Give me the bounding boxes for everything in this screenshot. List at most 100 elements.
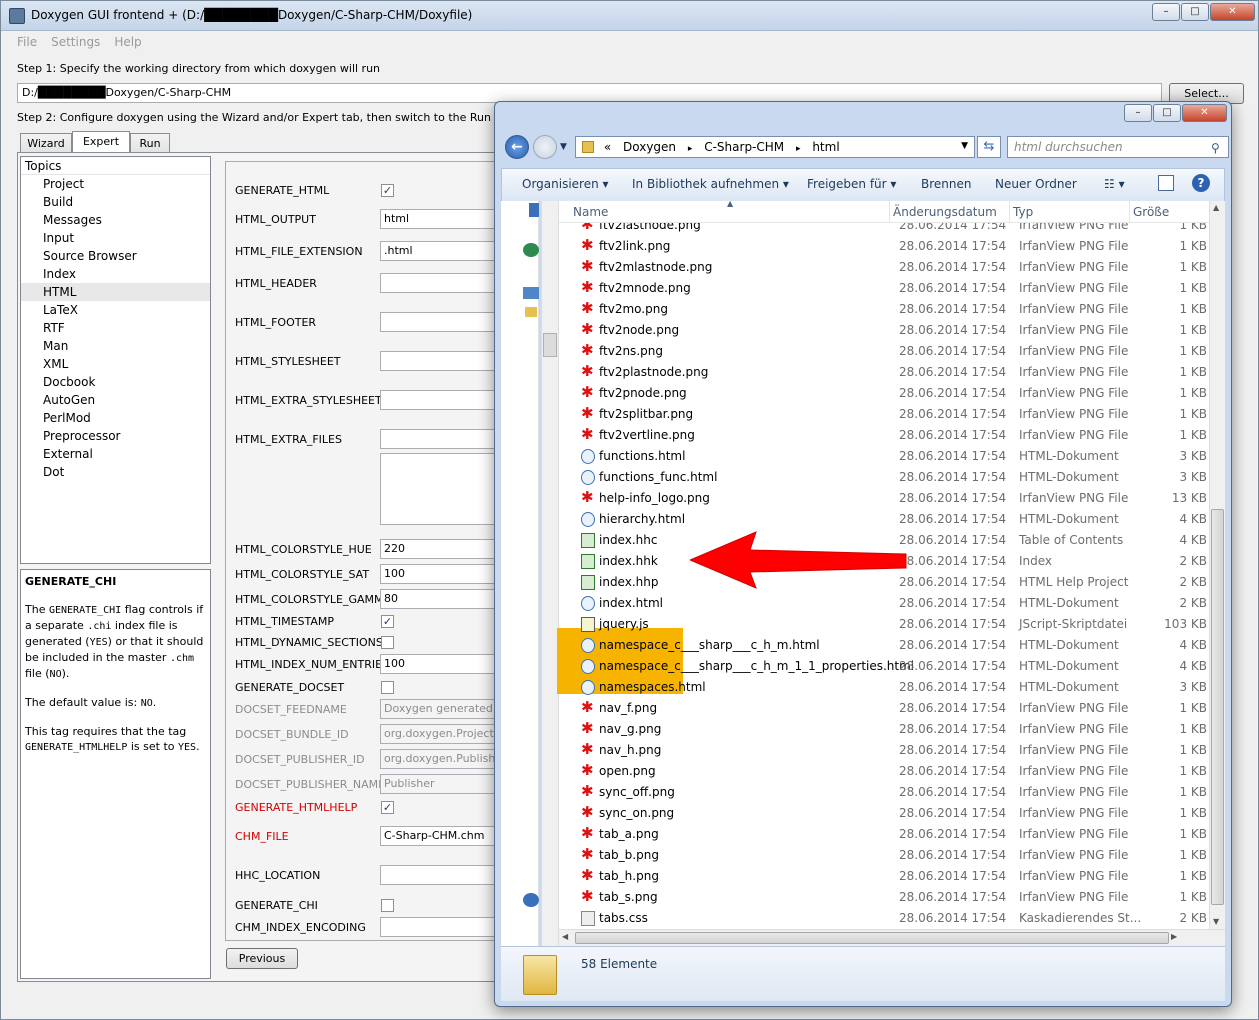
prop-checkbox-html-timestamp[interactable]: ✓ (381, 615, 394, 628)
explorer-minimize-icon[interactable]: – (1124, 104, 1152, 122)
file-row[interactable]: functions.html 28.06.2014 17:54 HTML-Dokum… (559, 446, 1209, 467)
file-row[interactable]: ✱ ftv2vertline.png 28.06.2014 17:54 IrfanVi… (559, 425, 1209, 446)
menu-help[interactable]: Help (114, 32, 141, 52)
forward-arrow-icon[interactable] (533, 135, 557, 159)
file-row[interactable]: ✱ nav_g.png 28.06.2014 17:54 IrfanView PNG … (559, 719, 1209, 740)
prop-input-html-extra-stylesheet[interactable] (380, 390, 496, 410)
file-row[interactable]: ✱ ftv2lastnode.png 28.06.2014 17:54 IrfanVi… (559, 223, 1209, 236)
topic-item-man[interactable]: Man (21, 337, 210, 355)
topic-item-xml[interactable]: XML (21, 355, 210, 373)
file-row[interactable]: ✱ ftv2mo.png 28.06.2014 17:54 IrfanView PNG… (559, 299, 1209, 320)
file-row[interactable]: ✱ sync_off.png 28.06.2014 17:54 IrfanView P… (559, 782, 1209, 803)
minimize-icon[interactable]: – (1152, 3, 1180, 21)
file-row[interactable]: ✱ help-info_logo.png 28.06.2014 17:54 Irfan… (559, 488, 1209, 509)
explorer-close-icon[interactable]: ✕ (1182, 104, 1227, 122)
prop-checkbox-generate-docset[interactable] (381, 681, 394, 694)
back-arrow-icon[interactable]: ← (505, 135, 529, 159)
menu-file[interactable]: File (17, 32, 37, 52)
recent-pages-chevron-icon[interactable]: ▼ (560, 142, 567, 152)
prop-input-html-stylesheet[interactable] (380, 351, 496, 371)
topic-item-perlmod[interactable]: PerlMod (21, 409, 210, 427)
search-input[interactable]: html durchsuchen (1007, 136, 1229, 158)
file-row[interactable]: ✱ ftv2pnode.png 28.06.2014 17:54 IrfanView … (559, 383, 1209, 404)
file-row[interactable]: namespaces.html 28.06.2014 17:54 HTML-Doku… (559, 677, 1209, 698)
breadcrumb-c-sharp-chm[interactable]: C-Sharp-CHM (704, 140, 784, 154)
prop-checkbox-generate-html[interactable]: ✓ (381, 184, 394, 197)
prop-input-docset-feedname[interactable]: Doxygen generated do (380, 699, 496, 719)
topic-item-messages[interactable]: Messages (21, 211, 210, 229)
file-list-scrollbar[interactable]: ▲ ▼ (1209, 201, 1225, 929)
burn-button[interactable]: Brennen (921, 177, 971, 191)
column-size[interactable]: Größe (1133, 205, 1169, 219)
file-row[interactable]: functions_func.html 28.06.2014 17:54 HTML-… (559, 467, 1209, 488)
topic-item-project[interactable]: Project (21, 175, 210, 193)
column-type[interactable]: Typ (1013, 205, 1033, 219)
prop-input-chm-file[interactable]: C-Sharp-CHM.chm (380, 826, 496, 846)
homegroup-icon[interactable] (523, 893, 539, 907)
scroll-up-icon[interactable]: ▲ (1213, 203, 1219, 212)
column-name[interactable]: Name (573, 205, 608, 219)
file-row[interactable]: namespace_c___sharp___c_h_m.html 28.06.20… (559, 635, 1209, 656)
prop-input-chm-index-encoding[interactable] (380, 917, 496, 937)
horizontal-scroll-thumb[interactable] (575, 932, 1169, 944)
prop-input-html-footer[interactable] (380, 312, 496, 332)
topic-item-preprocessor[interactable]: Preprocessor (21, 427, 210, 445)
file-row[interactable]: ✱ open.png 28.06.2014 17:54 IrfanView PNG F… (559, 761, 1209, 782)
file-row[interactable]: ✱ ftv2plastnode.png 28.06.2014 17:54 IrfanV… (559, 362, 1209, 383)
tab-wizard[interactable]: Wizard (20, 133, 72, 153)
prop-input-hhc-location[interactable] (380, 865, 496, 885)
file-row[interactable]: ✱ ftv2mlastnode.png 28.06.2014 17:54 IrfanV… (559, 257, 1209, 278)
topic-item-rtf[interactable]: RTF (21, 319, 210, 337)
refresh-icon[interactable]: ⇆ (977, 136, 1001, 158)
previous-button[interactable]: Previous (226, 948, 298, 969)
organize-button[interactable]: Organisieren ▾ (522, 177, 609, 191)
topic-item-html[interactable]: HTML (21, 283, 210, 301)
scroll-right-icon[interactable]: ▶ (1171, 932, 1177, 941)
file-list-scroll-thumb[interactable] (1211, 509, 1224, 905)
file-row[interactable]: ✱ tab_s.png 28.06.2014 17:54 IrfanView PNG … (559, 887, 1209, 908)
file-row[interactable]: hierarchy.html 28.06.2014 17:54 HTML-Dokum… (559, 509, 1209, 530)
new-folder-button[interactable]: Neuer Ordner (995, 177, 1077, 191)
tab-expert[interactable]: Expert (72, 131, 130, 154)
topic-item-docbook[interactable]: Docbook (21, 373, 210, 391)
working-directory-input[interactable]: D:/████████Doxygen/C-Sharp-CHM (17, 83, 1162, 103)
file-row[interactable]: ✱ ftv2splitbar.png 28.06.2014 17:54 IrfanVi… (559, 404, 1209, 425)
topic-item-build[interactable]: Build (21, 193, 210, 211)
topic-item-dot[interactable]: Dot (21, 463, 210, 481)
file-row[interactable]: ✱ ftv2link.png 28.06.2014 17:54 IrfanView P… (559, 236, 1209, 257)
file-row[interactable]: tabs.css 28.06.2014 17:54 Kaskadierendes S… (559, 908, 1209, 929)
topic-item-autogen[interactable]: AutoGen (21, 391, 210, 409)
column-date[interactable]: Änderungsdatum (893, 205, 997, 219)
topic-item-index[interactable]: Index (21, 265, 210, 283)
address-bar[interactable]: « Doxygen ▸ C-Sharp-CHM ▸ html ▼ (575, 136, 975, 158)
prop-input-html-colorstyle-gamma[interactable]: 80 (380, 589, 496, 609)
file-row[interactable]: ✱ ftv2mnode.png 28.06.2014 17:54 IrfanView … (559, 278, 1209, 299)
breadcrumb-html[interactable]: html (812, 140, 839, 154)
prop-input-html-extra-files[interactable] (380, 429, 496, 449)
prop-input-html-header[interactable] (380, 273, 496, 293)
topic-item-source-browser[interactable]: Source Browser (21, 247, 210, 265)
file-row[interactable]: ✱ nav_f.png 28.06.2014 17:54 IrfanView PNG … (559, 698, 1209, 719)
file-row[interactable]: ✱ nav_h.png 28.06.2014 17:54 IrfanView PNG … (559, 740, 1209, 761)
file-row[interactable]: ✱ tab_b.png 28.06.2014 17:54 IrfanView PNG … (559, 845, 1209, 866)
address-overflow-icon[interactable]: « (604, 140, 611, 154)
prop-input-html-colorstyle-hue[interactable]: 220 (380, 539, 496, 559)
network-icon[interactable] (523, 243, 539, 257)
explorer-maximize-icon[interactable]: □ (1153, 104, 1181, 122)
prop-input-docset-publisher-id[interactable]: org.doxygen.Publisher (380, 749, 496, 769)
file-row[interactable]: ✱ tab_h.png 28.06.2014 17:54 IrfanView PNG … (559, 866, 1209, 887)
html-extra-files-list[interactable] (380, 453, 496, 525)
search-icon[interactable]: ⚲ (1211, 141, 1220, 155)
main-title-bar[interactable]: Doxygen GUI frontend + (D:/████████Doxyg… (1, 1, 1258, 31)
file-list-horizontal-scrollbar[interactable]: ◀ ▶ (559, 929, 1225, 946)
prop-input-html-index-num-entries[interactable]: 100 (380, 654, 496, 674)
topic-item-input[interactable]: Input (21, 229, 210, 247)
navigation-pane-scroll-thumb[interactable] (543, 333, 557, 357)
prop-checkbox-html-dynamic-sections[interactable] (381, 636, 394, 649)
topic-item-external[interactable]: External (21, 445, 210, 463)
file-row[interactable]: ✱ ftv2node.png 28.06.2014 17:54 IrfanView P… (559, 320, 1209, 341)
menu-settings[interactable]: Settings (51, 32, 100, 52)
prop-input-docset-publisher-name[interactable]: Publisher (380, 774, 496, 794)
share-with-button[interactable]: Freigeben für ▾ (807, 177, 896, 191)
tab-run[interactable]: Run (130, 133, 170, 153)
